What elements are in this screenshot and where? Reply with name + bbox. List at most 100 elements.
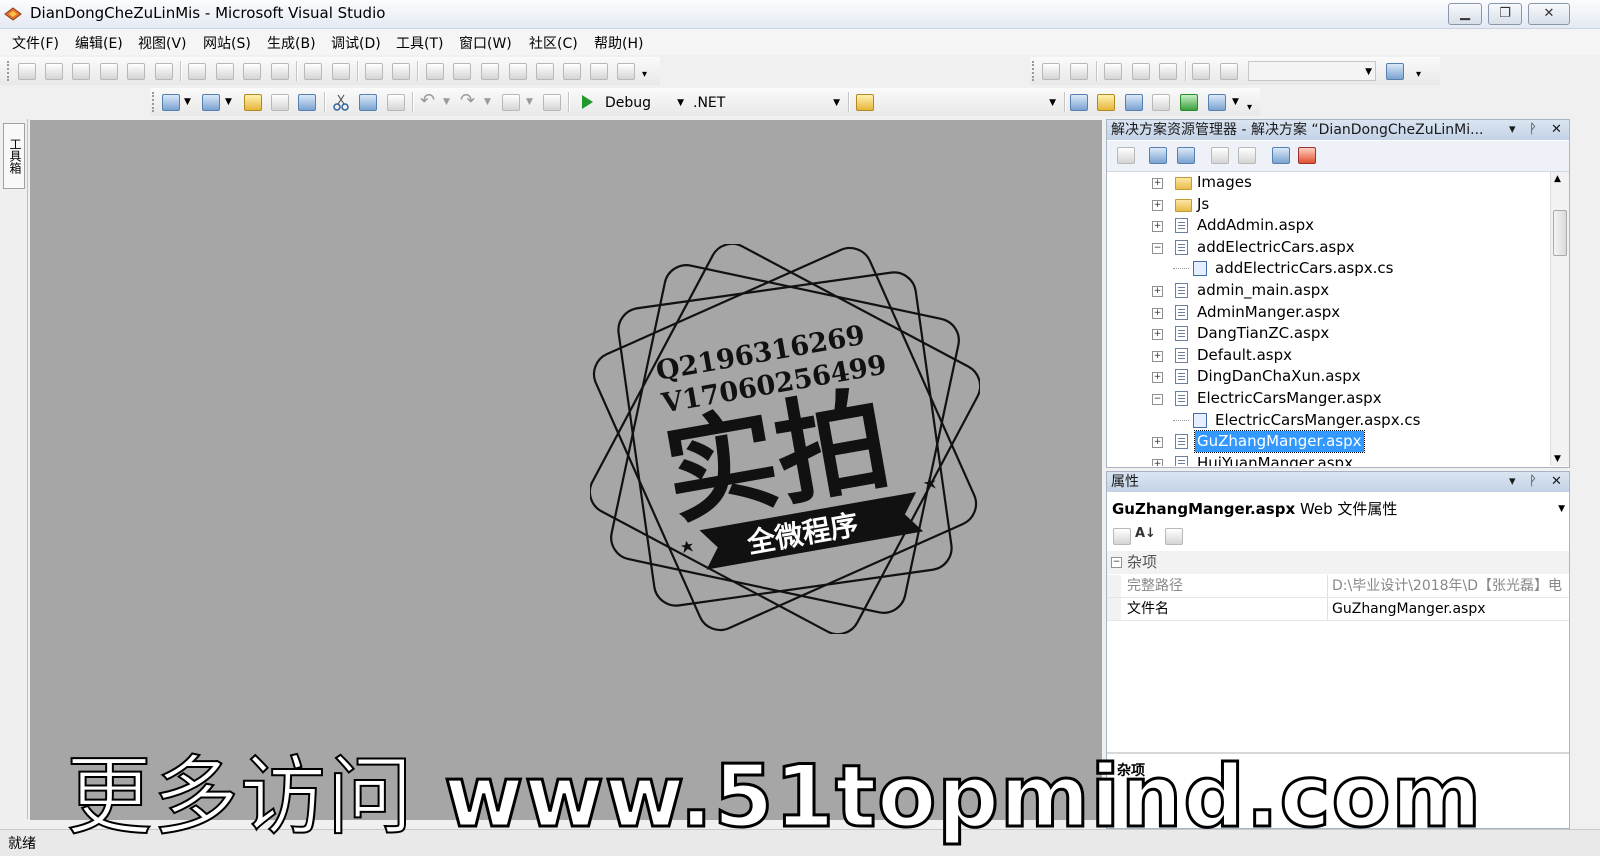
chevron-down-icon[interactable]: ▼: [484, 97, 491, 107]
tree-item[interactable]: addElectricCars.aspx.cs: [1107, 258, 1547, 279]
collapse-icon[interactable]: −: [1152, 394, 1163, 405]
comment-icon[interactable]: [1104, 63, 1122, 80]
increase-spacing-icon[interactable]: [332, 63, 350, 80]
position-icon[interactable]: [590, 63, 608, 80]
expand-icon[interactable]: +: [1152, 307, 1163, 319]
bookmark-icon[interactable]: [1159, 63, 1177, 80]
bring-to-front-icon[interactable]: [481, 63, 499, 80]
solution-platform-dropdown[interactable]: .NET ▼: [688, 92, 844, 112]
make-same-height-icon[interactable]: [216, 63, 234, 80]
expand-icon[interactable]: +: [1152, 199, 1163, 211]
panel-menu-icon[interactable]: ▾: [1509, 120, 1516, 140]
close-icon[interactable]: ✕: [1551, 120, 1562, 140]
chevron-down-icon[interactable]: ▼: [443, 97, 450, 107]
expand-icon[interactable]: +: [1152, 437, 1163, 449]
find-icon[interactable]: [856, 94, 874, 111]
toolbox-tools-icon[interactable]: [1152, 94, 1170, 111]
object-selector[interactable]: GuZhangManger.aspx Web 文件属性 ▼: [1107, 496, 1569, 522]
tree-item[interactable]: + AdminManger.aspx: [1107, 302, 1547, 323]
make-same-width-icon[interactable]: [188, 63, 206, 80]
align-tops-icon[interactable]: [100, 63, 118, 80]
toolbar-overflow-icon[interactable]: ▾: [1416, 69, 1421, 80]
copy-icon[interactable]: [359, 94, 377, 111]
toolbar-overflow-icon[interactable]: ▾: [1247, 102, 1252, 113]
asp-config-icon[interactable]: [1298, 147, 1316, 164]
scroll-up-icon[interactable]: ▲: [1554, 174, 1561, 184]
align-rights-icon[interactable]: [72, 63, 90, 80]
command-window-icon[interactable]: [1208, 94, 1226, 111]
toolbox-tab[interactable]: 工具箱: [3, 123, 25, 189]
pin-icon[interactable]: ᚹ: [1529, 120, 1537, 140]
navigate-forward-icon[interactable]: [543, 94, 561, 111]
find-in-files-icon[interactable]: [1386, 63, 1404, 80]
expand-icon[interactable]: +: [1152, 329, 1163, 341]
view-designer-icon[interactable]: [1238, 147, 1256, 164]
outdent-icon[interactable]: [1070, 63, 1088, 80]
minimize-button[interactable]: ▁: [1448, 3, 1482, 25]
nest-files-icon[interactable]: [1177, 147, 1195, 164]
toolbar-grip[interactable]: [1032, 61, 1037, 81]
tree-item[interactable]: + DingDanChaXun.aspx: [1107, 366, 1547, 387]
tree-item[interactable]: + Js: [1107, 194, 1547, 215]
save-icon[interactable]: [271, 94, 289, 111]
panel-menu-icon[interactable]: ▾: [1509, 472, 1516, 492]
menu-build[interactable]: 生成(B): [267, 33, 316, 53]
menu-edit[interactable]: 编辑(E): [75, 33, 123, 53]
align-middles-icon[interactable]: [127, 63, 145, 80]
tree-item[interactable]: + admin_main.aspx: [1107, 280, 1547, 301]
property-category[interactable]: − 杂项: [1107, 551, 1569, 574]
view-code-icon[interactable]: [1211, 147, 1229, 164]
uncomment-icon[interactable]: [1132, 63, 1150, 80]
tree-item[interactable]: + HuiYuanManger.aspx: [1107, 453, 1547, 466]
menu-debug[interactable]: 调试(D): [331, 33, 381, 53]
chevron-down-icon[interactable]: ▼: [225, 97, 232, 107]
undo-icon[interactable]: ↶: [420, 90, 435, 111]
new-project-icon[interactable]: [162, 94, 180, 111]
collapse-icon[interactable]: −: [1152, 242, 1163, 254]
expand-icon[interactable]: +: [1152, 350, 1163, 362]
copy-website-icon[interactable]: [1272, 147, 1290, 164]
align-bottoms-icon[interactable]: [155, 63, 173, 80]
menu-website[interactable]: 网站(S): [203, 33, 251, 53]
expand-icon[interactable]: +: [1152, 372, 1163, 384]
snap-icon[interactable]: [617, 63, 635, 80]
refresh-icon[interactable]: [1149, 147, 1167, 164]
close-button[interactable]: ✕: [1528, 3, 1570, 25]
indent-icon[interactable]: [1042, 63, 1060, 80]
font-size-icon[interactable]: [271, 63, 289, 80]
tab-order-icon[interactable]: [563, 63, 581, 80]
tree-item[interactable]: + Default.aspx: [1107, 345, 1547, 366]
tree-item[interactable]: − ElectricCarsManger.aspx: [1107, 388, 1547, 409]
tree-item[interactable]: − addElectricCars.aspx: [1107, 237, 1547, 258]
scroll-down-icon[interactable]: ▼: [1554, 454, 1561, 464]
vertical-spacing-icon[interactable]: [365, 63, 383, 80]
add-item-icon[interactable]: [202, 94, 220, 111]
restore-button[interactable]: ❐: [1488, 3, 1522, 25]
chevron-down-icon[interactable]: ▼: [184, 97, 191, 107]
property-row[interactable]: 完整路径 D:\毕业设计\2018年\D【张光磊】电: [1107, 575, 1569, 598]
numbered-list-icon[interactable]: [1220, 63, 1238, 80]
tree-item[interactable]: + Images: [1107, 172, 1547, 193]
horizontal-spacing-icon[interactable]: [304, 63, 322, 80]
tree-item[interactable]: + AddAdmin.aspx: [1107, 215, 1547, 236]
play-icon[interactable]: [580, 94, 594, 110]
align-lefts-icon[interactable]: [18, 63, 36, 80]
object-browser-icon[interactable]: [1125, 94, 1143, 111]
lock-controls-icon[interactable]: [536, 63, 554, 80]
collapse-icon[interactable]: −: [1111, 557, 1122, 568]
center-vertically-icon[interactable]: [453, 63, 471, 80]
decrease-spacing-icon[interactable]: [392, 63, 410, 80]
menu-file[interactable]: 文件(F): [12, 33, 59, 53]
properties-icon[interactable]: [1117, 147, 1135, 164]
tree-item[interactable]: ElectricCarsManger.aspx.cs: [1107, 410, 1547, 431]
toolbar-grip[interactable]: [7, 61, 12, 81]
expand-icon[interactable]: +: [1152, 458, 1163, 466]
send-to-back-icon[interactable]: [509, 63, 527, 80]
paste-icon[interactable]: [387, 94, 405, 111]
toolbar-grip[interactable]: [152, 92, 157, 112]
expand-icon[interactable]: +: [1152, 178, 1163, 189]
navigate-backward-icon[interactable]: [502, 94, 520, 111]
size-to-grid-icon[interactable]: [243, 63, 261, 80]
menu-tools[interactable]: 工具(T): [396, 33, 443, 53]
property-pages-icon[interactable]: [1165, 528, 1183, 545]
